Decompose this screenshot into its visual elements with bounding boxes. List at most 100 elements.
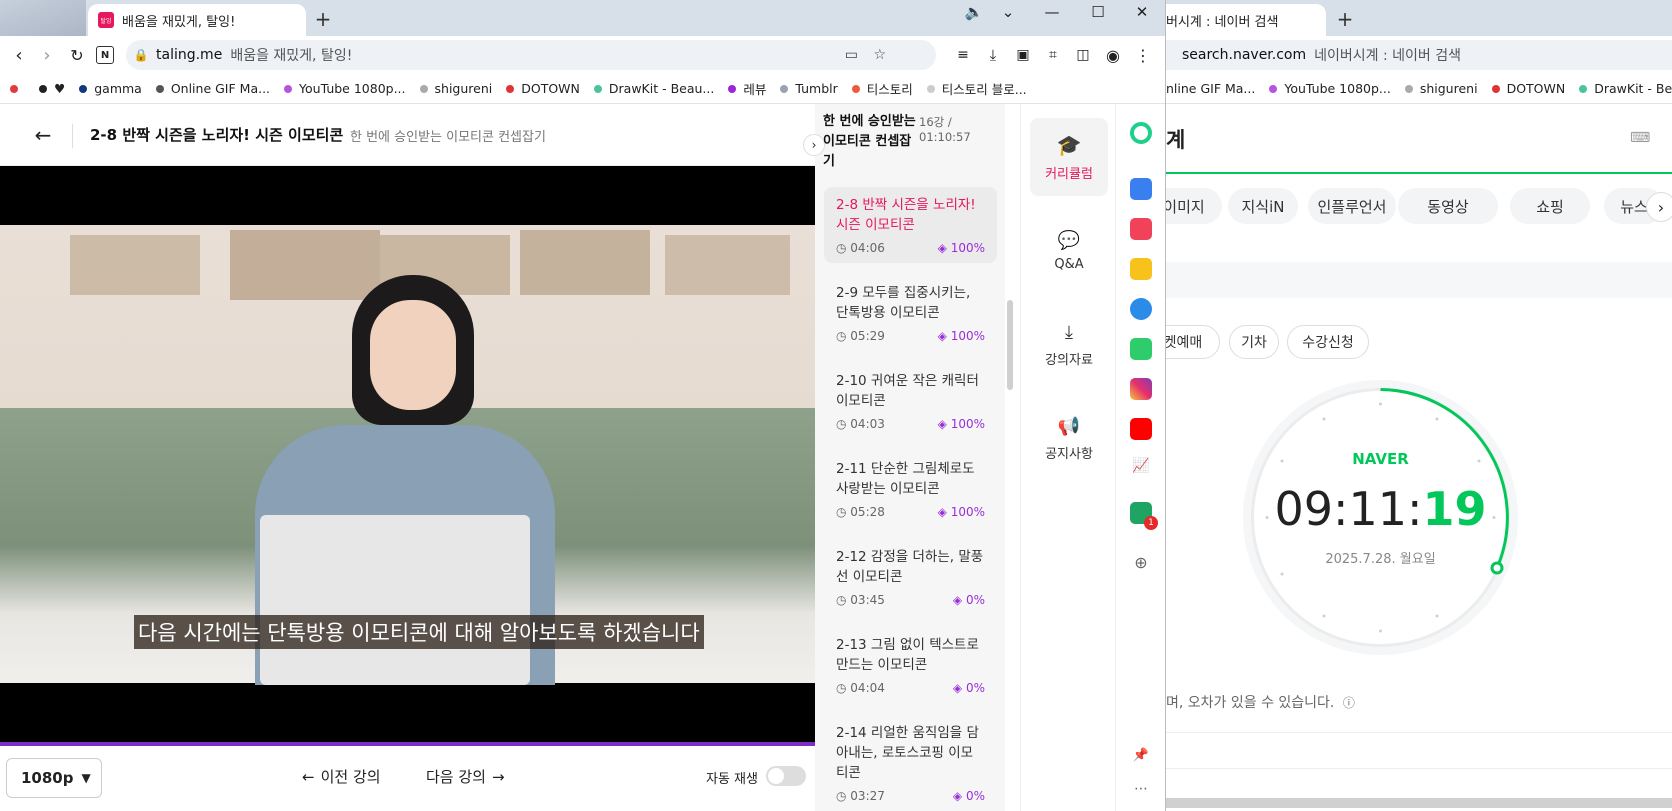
collapse-chevron-icon[interactable]: ›: [803, 134, 825, 156]
pin-icon[interactable]: 📌: [1130, 744, 1152, 766]
quality-select[interactable]: 1080p ▼: [6, 758, 102, 798]
bookmark-item[interactable]: 티스토리: [851, 79, 913, 98]
search-tab-chip[interactable]: 이미지: [1166, 188, 1222, 224]
bookmark-item[interactable]: shigureni: [1404, 81, 1478, 96]
bookmark-item[interactable]: YouTube 1080p...: [1269, 81, 1391, 96]
sidebar-app-icon[interactable]: [1130, 122, 1152, 144]
bookmark-label: nline GIF Ma...: [1166, 81, 1256, 96]
bookmark-label: 티스토리 블로...: [941, 82, 1027, 97]
download-icon[interactable]: ⤓: [982, 44, 1004, 66]
bookmark-item[interactable]: gamma: [79, 81, 142, 96]
instagram-icon[interactable]: [1130, 378, 1152, 400]
chart-icon[interactable]: 📈: [1130, 458, 1152, 480]
qa-label: Q&A: [1054, 257, 1084, 272]
playlist-scrollbar[interactable]: [1007, 300, 1013, 390]
keyboard-icon[interactable]: ⌨: [1630, 130, 1650, 146]
edge-icon[interactable]: [1130, 298, 1152, 320]
horizontal-scrollbar[interactable]: [1166, 798, 1672, 808]
reading-list-icon[interactable]: ≡: [952, 44, 974, 66]
star-icon[interactable]: [1130, 258, 1152, 280]
notice-tab[interactable]: 📢 공지사항: [1030, 400, 1108, 478]
bookmark-item[interactable]: DrawKit - Beau...: [593, 81, 714, 96]
browser-window-left: 탈잉 배움을 재밌게, 탈잉! + 🔈 ⌄ — ☐ ✕ ‹ › ↻ N 🔒 ta…: [0, 0, 1166, 811]
pocket-icon[interactable]: [1130, 218, 1152, 240]
reload-icon[interactable]: ↻: [66, 44, 88, 66]
bookmark-item[interactable]: DOTOWN: [1491, 81, 1565, 96]
screenshot-icon[interactable]: ⌗: [1042, 44, 1064, 66]
next-label: 다음 강의: [426, 768, 486, 786]
profile-icon[interactable]: ◉: [1102, 44, 1124, 66]
search-tab-chip[interactable]: 쇼핑: [1510, 188, 1590, 224]
bookmark-item[interactable]: ♥: [39, 81, 65, 96]
bookmark-item[interactable]: nline GIF Ma...: [1166, 81, 1255, 96]
lesson-item[interactable]: 2-10 귀여운 작은 캐릭터 이모티콘 ◷ 04:03 ◈ 100%: [824, 363, 997, 439]
address-bar-right[interactable]: search.naver.com 네이버시계 : 네이버 검색: [1166, 40, 1672, 70]
webtoon-icon[interactable]: [1130, 338, 1152, 360]
back-arrow-icon[interactable]: ←: [30, 122, 56, 148]
lesson-item[interactable]: 2-9 모두를 집중시키는, 단톡방용 이모티콘 ◷ 05:29 ◈ 100%: [824, 275, 997, 351]
related-chip[interactable]: 수강신청: [1287, 325, 1369, 359]
bookmark-item[interactable]: Tumblr: [780, 81, 838, 96]
clock-hours-minutes: 09:11:: [1274, 482, 1423, 536]
related-chip[interactable]: 켓예매: [1166, 325, 1220, 359]
autoplay-toggle[interactable]: [766, 766, 806, 786]
tab-search-chevron-icon[interactable]: ⌄: [988, 0, 1028, 24]
qa-tab[interactable]: 💬 Q&A: [1030, 212, 1108, 290]
clock-icon: ◷: [836, 329, 851, 343]
bookmark-item[interactable]: shigureni: [419, 81, 493, 96]
search-tab-chip[interactable]: 인플루언서: [1308, 188, 1396, 224]
lesson-item[interactable]: 2-8 반짝 시즌을 노리자! 시즌 이모티콘 ◷ 04:06 ◈ 100%: [824, 187, 997, 263]
related-chip[interactable]: 기차: [1229, 325, 1279, 359]
video-camera-icon[interactable]: ▣: [1012, 44, 1034, 66]
megaphone-icon: 📢: [1057, 416, 1081, 437]
bookmark-item[interactable]: 티스토리 블로...: [926, 79, 1027, 98]
youtube-icon[interactable]: [1130, 418, 1152, 440]
store-icon[interactable]: [1130, 178, 1152, 200]
tab-naver[interactable]: 버시계 : 네이버 검색: [1166, 4, 1326, 36]
search-tab-chip[interactable]: 지식iN: [1228, 188, 1298, 224]
materials-tab[interactable]: ⤓ 강의자료: [1030, 306, 1108, 384]
new-tab-button[interactable]: +: [312, 7, 334, 31]
bookmark-item[interactable]: YouTube 1080p...: [284, 81, 406, 96]
info-icon[interactable]: ⓘ: [1343, 696, 1355, 710]
bookmark-item[interactable]: 레뷰: [728, 79, 766, 98]
lesson-duration: ◷ 05:29: [836, 329, 885, 343]
search-tab-chip[interactable]: 동영상: [1398, 188, 1498, 224]
back-icon[interactable]: ‹: [8, 44, 30, 66]
lesson-item[interactable]: 2-14 리얼한 움직임을 담아내는, 로토스코핑 이모티콘 ◷ 03:27 ◈ 0…: [824, 715, 997, 811]
curriculum-tab[interactable]: 🎓 커리큘럼: [1030, 118, 1108, 196]
tab-title: 배움을 재밌게, 탈잉!: [122, 14, 236, 30]
address-bar[interactable]: 🔒 taling.me 배움을 재밌게, 탈잉! ▭ ☆: [126, 40, 936, 70]
more-icon[interactable]: ⋯: [1130, 778, 1152, 800]
split-view-icon[interactable]: ◫: [1072, 44, 1094, 66]
new-tab-button-right[interactable]: +: [1334, 7, 1356, 31]
bookmark-label: shigureni: [434, 81, 493, 96]
maximize-button[interactable]: ☐: [1078, 0, 1118, 24]
close-window-button[interactable]: ✕: [1122, 0, 1162, 24]
lesson-item[interactable]: 2-12 감정을 더하는, 말풍선 이모티콘 ◷ 03:45 ◈ 0%: [824, 539, 997, 615]
video-player[interactable]: 다음 시간에는 단톡방용 이모티콘에 대해 알아보도록 하겠습니다: [0, 166, 815, 742]
bookmark-favicon-icon: [926, 84, 935, 93]
arrow-left-icon: ←: [302, 767, 315, 786]
notion-icon[interactable]: N: [96, 46, 114, 64]
cast-icon[interactable]: ▭: [845, 47, 858, 63]
lesson-item[interactable]: 2-13 그림 없이 텍스트로 만드는 이모티콘 ◷ 04:04 ◈ 0%: [824, 627, 997, 703]
lesson-progress: ◈ 0%: [953, 789, 985, 803]
tab-taling[interactable]: 탈잉 배움을 재밌게, 탈잉!: [88, 4, 306, 36]
prev-lesson-button[interactable]: ← 이전 강의: [302, 766, 381, 787]
bookmark-favicon-icon: [284, 84, 293, 93]
menu-icon[interactable]: ⋮: [1132, 44, 1154, 66]
forward-icon[interactable]: ›: [36, 44, 58, 66]
lesson-meta: ◷ 04:04 ◈ 0%: [836, 681, 985, 695]
minimize-button[interactable]: —: [1032, 0, 1072, 24]
chip-scroll-right-icon[interactable]: ›: [1646, 192, 1672, 222]
bookmark-item[interactable]: [10, 84, 25, 93]
next-lesson-button[interactable]: 다음 강의 →: [426, 766, 505, 787]
bookmark-item[interactable]: DOTOWN: [506, 81, 580, 96]
add-icon[interactable]: ⊕: [1130, 551, 1152, 573]
extension-icon[interactable]: 1: [1130, 502, 1158, 530]
bookmark-star-icon[interactable]: ☆: [873, 47, 886, 63]
bookmark-item[interactable]: Online GIF Ma...: [155, 81, 270, 96]
lesson-item[interactable]: 2-11 단순한 그림체로도 사랑받는 이모티콘 ◷ 05:28 ◈ 100%: [824, 451, 997, 527]
bookmark-item[interactable]: DrawKit - Beau...: [1579, 81, 1672, 96]
